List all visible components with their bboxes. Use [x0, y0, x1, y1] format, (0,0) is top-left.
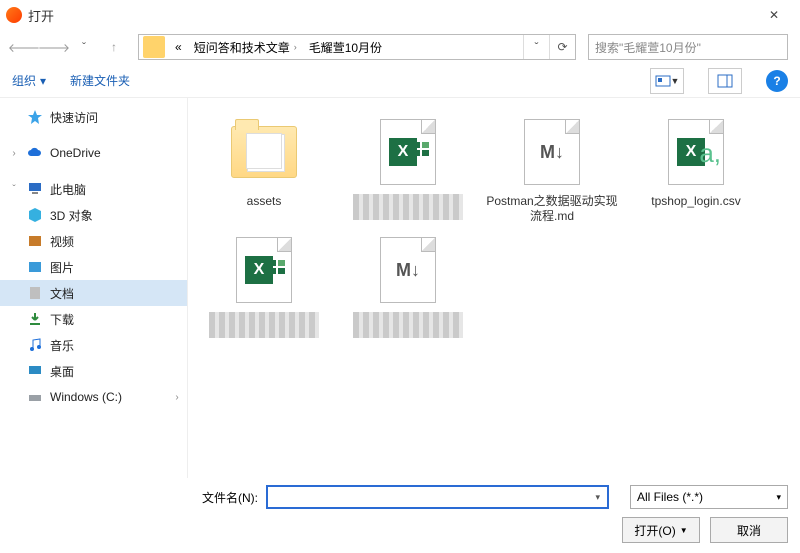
new-folder-button[interactable]: 新建文件夹	[70, 72, 130, 89]
refresh-button[interactable]: ⟳	[549, 35, 575, 59]
open-button[interactable]: 打开(O)▼	[622, 517, 700, 543]
cloud-icon	[26, 144, 44, 162]
doc-icon	[26, 284, 44, 302]
search-placeholder: 搜索"毛耀萱10月份"	[595, 39, 701, 56]
search-input[interactable]: 搜索"毛耀萱10月份"	[588, 34, 788, 60]
view-options-button[interactable]: ▼	[650, 68, 684, 94]
pane-icon	[717, 73, 733, 89]
music-icon	[26, 336, 44, 354]
folder-icon	[231, 126, 297, 178]
close-button[interactable]: ✕	[754, 0, 794, 30]
help-button[interactable]: ?	[766, 70, 788, 92]
breadcrumb-seg-2[interactable]: 毛耀萱10月份	[303, 35, 388, 59]
excel-icon: X	[236, 237, 292, 303]
gallery-icon	[655, 73, 671, 89]
sidebar-onedrive[interactable]: › OneDrive	[0, 140, 187, 166]
file-item-excel[interactable]: X	[338, 116, 478, 224]
star-icon	[26, 108, 44, 126]
download-icon	[26, 310, 44, 328]
sidebar-item-pictures[interactable]: 图片	[0, 254, 187, 280]
back-button[interactable]: 🡐	[12, 35, 36, 59]
sidebar-this-pc[interactable]: ˇ 此电脑	[0, 176, 187, 202]
cube-icon	[26, 206, 44, 224]
sidebar-item-c-drive[interactable]: Windows (C:) ›	[0, 384, 187, 410]
preview-pane-button[interactable]	[708, 68, 742, 94]
file-type-filter[interactable]: All Files (*.*) ▾	[630, 485, 788, 509]
address-bar[interactable]: « 短问答和技术文章› 毛耀萱10月份 ˇ ⟳	[138, 34, 576, 60]
sidebar-quick-access[interactable]: 快速访问	[0, 104, 187, 130]
redacted-label	[353, 194, 463, 220]
bottom-panel: 文件名(N): ▾ All Files (*.*) ▾ 打开(O)▼ 取消	[0, 477, 800, 553]
organize-menu[interactable]: 组织▾	[12, 72, 46, 89]
sidebar: 快速访问 › OneDrive ˇ 此电脑 3D 对象 视频 图片 文档	[0, 98, 188, 478]
file-item-markdown[interactable]: M↓ Postman之数据驱动实现流程.md	[482, 116, 622, 224]
breadcrumb-prefix[interactable]: «	[169, 35, 188, 59]
window-title: 打开	[28, 6, 754, 25]
redacted-label	[353, 312, 463, 338]
sidebar-item-music[interactable]: 音乐	[0, 332, 187, 358]
desktop-icon	[26, 362, 44, 380]
address-dropdown[interactable]: ˇ	[523, 35, 549, 59]
pc-icon	[26, 180, 44, 198]
drive-icon	[26, 388, 44, 406]
file-item-excel-2[interactable]: X	[194, 234, 334, 338]
cancel-button[interactable]: 取消	[710, 517, 788, 543]
picture-icon	[26, 258, 44, 276]
redacted-label	[209, 312, 319, 338]
file-item-markdown-2[interactable]: M↓	[338, 234, 478, 338]
forward-button[interactable]: 🡒	[42, 35, 66, 59]
csv-icon: Xa,	[668, 119, 724, 185]
sidebar-item-3d[interactable]: 3D 对象	[0, 202, 187, 228]
folder-icon	[143, 36, 165, 58]
recent-locations[interactable]: ˇ	[72, 35, 96, 59]
app-icon	[6, 7, 22, 23]
breadcrumb-seg-1[interactable]: 短问答和技术文章›	[188, 35, 303, 59]
filename-label: 文件名(N):	[12, 489, 258, 506]
filename-input[interactable]	[266, 485, 609, 509]
film-icon	[26, 232, 44, 250]
sidebar-item-downloads[interactable]: 下载	[0, 306, 187, 332]
toolbar: 组织▾ 新建文件夹 ▼ ?	[0, 64, 800, 98]
excel-icon: X	[380, 119, 436, 185]
file-item-folder[interactable]: assets	[194, 116, 334, 224]
up-button[interactable]: ↑	[102, 35, 126, 59]
file-item-csv[interactable]: Xa, tpshop_login.csv	[626, 116, 766, 224]
sidebar-item-videos[interactable]: 视频	[0, 228, 187, 254]
markdown-icon: M↓	[380, 237, 436, 303]
markdown-icon: M↓	[524, 119, 580, 185]
sidebar-item-documents[interactable]: 文档	[0, 280, 187, 306]
nav-row: 🡐 🡒 ˇ ↑ « 短问答和技术文章› 毛耀萱10月份 ˇ ⟳ 搜索"毛耀萱10…	[0, 30, 800, 64]
file-pane[interactable]: assets X M↓ Postman之数据驱动实现流程.md Xa, tpsh…	[188, 98, 800, 478]
sidebar-item-desktop[interactable]: 桌面	[0, 358, 187, 384]
